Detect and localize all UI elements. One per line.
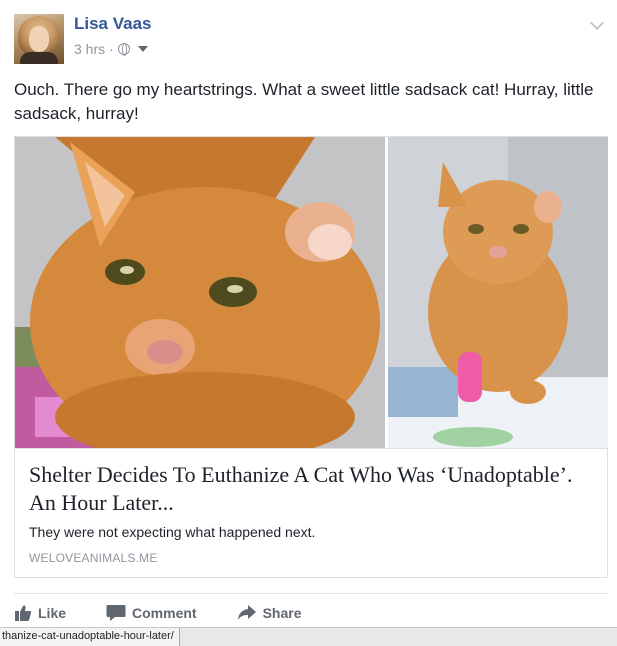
comment-button[interactable]: Comment xyxy=(106,604,197,622)
link-description: They were not expecting what happened ne… xyxy=(29,524,316,540)
globe-icon xyxy=(117,43,130,56)
facebook-post: Lisa Vaas 3 hrs · Ouch. There go my hear… xyxy=(0,0,617,646)
link-domain: WELOVEANIMALS.ME xyxy=(29,551,158,565)
actions-divider xyxy=(14,593,608,594)
browser-status-bar: thanize-cat-unadoptable-hour-later/ xyxy=(0,627,617,646)
post-actions: Like Comment Share xyxy=(14,603,342,623)
share-button[interactable]: Share xyxy=(237,604,302,622)
cat-photo-left[interactable] xyxy=(15,137,385,448)
meta-separator: · xyxy=(109,41,114,57)
share-arrow-icon xyxy=(237,605,256,620)
post-message: Ouch. There go my heartstrings. What a s… xyxy=(14,80,594,123)
cat-photo-right[interactable] xyxy=(388,137,608,448)
author-name[interactable]: Lisa Vaas xyxy=(74,14,152,34)
link-preview-card[interactable]: Shelter Decides To Euthanize A Cat Who W… xyxy=(14,136,608,578)
thumbs-up-icon xyxy=(15,605,32,621)
speech-bubble-icon xyxy=(106,605,126,621)
cat-closeup-illustration xyxy=(15,137,385,448)
status-url: thanize-cat-unadoptable-hour-later/ xyxy=(0,628,180,646)
cat-sitting-illustration xyxy=(388,137,608,448)
avatar-shirt xyxy=(20,52,58,64)
like-label: Like xyxy=(38,605,67,621)
post-timestamp[interactable]: 3 hrs xyxy=(74,41,105,57)
share-label: Share xyxy=(262,605,302,621)
post-meta: 3 hrs · xyxy=(74,41,148,57)
avatar-face xyxy=(29,26,49,52)
comment-label: Comment xyxy=(132,605,197,621)
like-button[interactable]: Like xyxy=(14,604,66,622)
link-preview-text[interactable]: Shelter Decides To Euthanize A Cat Who W… xyxy=(15,448,607,577)
chevron-down-icon[interactable] xyxy=(589,15,605,31)
link-title[interactable]: Shelter Decides To Euthanize A Cat Who W… xyxy=(29,461,589,517)
avatar[interactable] xyxy=(14,14,64,64)
caret-down-icon[interactable] xyxy=(137,46,148,52)
